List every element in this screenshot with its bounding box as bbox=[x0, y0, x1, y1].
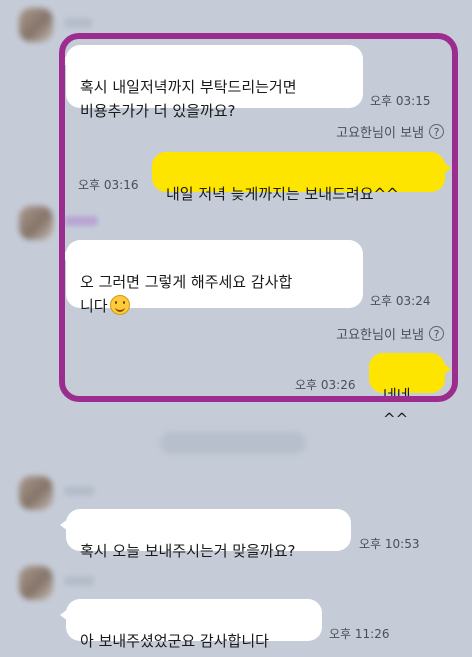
message-bubble[interactable]: 아 보내주셨었군요 감사합니다 bbox=[60, 599, 322, 650]
avatar[interactable] bbox=[19, 206, 53, 240]
question-circle-icon[interactable]: ? bbox=[429, 124, 444, 139]
message-time: 오후 03:26 bbox=[295, 378, 356, 392]
message-bubble-mine[interactable]: 네네^^ bbox=[369, 353, 451, 428]
sent-by-note: 고요한님이 보냄 ? bbox=[336, 122, 444, 141]
date-separator-blurred bbox=[160, 432, 306, 454]
message-time: 오후 03:16 bbox=[78, 178, 139, 192]
sent-by-note: 고요한님이 보냄 ? bbox=[336, 324, 444, 343]
message-text: 아 보내주셨었군요 감사합니다 bbox=[80, 632, 269, 650]
sent-by-label: 고요한님이 보냄 bbox=[336, 328, 424, 343]
sender-name-blurred bbox=[64, 486, 94, 496]
avatar[interactable] bbox=[19, 476, 53, 510]
message-time: 오후 03:24 bbox=[370, 294, 431, 308]
avatar[interactable] bbox=[19, 8, 53, 42]
message-text: 내일 저녁 늦게까지는 보내드려요^^ bbox=[166, 185, 399, 203]
smiling-face-emoji-icon bbox=[109, 295, 130, 315]
sender-name-blurred bbox=[64, 576, 94, 586]
message-text: 네네^^ bbox=[383, 386, 411, 428]
question-circle-icon[interactable]: ? bbox=[429, 326, 444, 341]
message-text: 혹시 내일저녁까지 부탁드리는거면 비용추가가 더 있을까요? bbox=[80, 78, 297, 120]
sender-name-blurred bbox=[64, 18, 92, 28]
message-bubble[interactable]: 혹시 오늘 보내주시는거 맞을까요? bbox=[60, 509, 351, 560]
avatar[interactable] bbox=[19, 566, 53, 600]
message-time: 오후 03:15 bbox=[370, 94, 431, 108]
message-bubble[interactable]: 혹시 내일저녁까지 부탁드리는거면 비용추가가 더 있을까요? bbox=[60, 45, 363, 120]
sent-by-label: 고요한님이 보냄 bbox=[336, 126, 424, 141]
message-text: 혹시 오늘 보내주시는거 맞을까요? bbox=[80, 542, 296, 560]
message-time: 오후 10:53 bbox=[359, 537, 420, 551]
message-bubble[interactable]: 오 그러면 그렇게 해주세요 감사합 니다 bbox=[60, 240, 363, 315]
sender-name-blurred bbox=[64, 216, 98, 226]
message-bubble-mine[interactable]: 내일 저녁 늦게까지는 보내드려요^^ bbox=[152, 152, 451, 203]
message-time: 오후 11:26 bbox=[329, 627, 390, 641]
